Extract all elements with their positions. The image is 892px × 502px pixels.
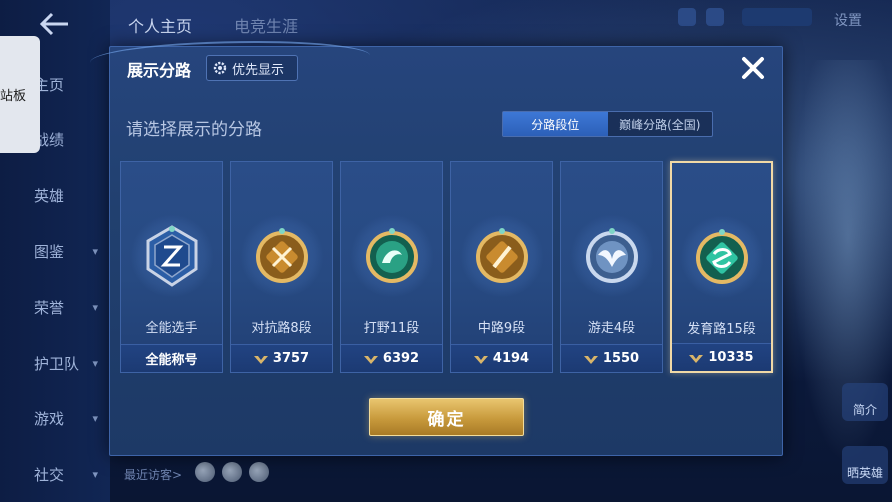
- badge-glow: [569, 214, 654, 298]
- recent-visitors[interactable]: 最近访客>: [124, 466, 182, 483]
- close-button[interactable]: [738, 53, 768, 83]
- wing-icon: [253, 355, 268, 364]
- badge-glow: [679, 215, 764, 299]
- card-name: 游走4段: [587, 321, 636, 336]
- chevron-down-icon: ▾: [92, 411, 98, 425]
- badge-glow: [239, 214, 324, 298]
- allround-badge-icon: [146, 225, 197, 287]
- route-card-allround[interactable]: 全能选手 全能称号: [120, 161, 223, 373]
- card-name: 发育路15段: [687, 322, 756, 337]
- card-name: 打野11段: [363, 321, 420, 336]
- card-footer-value: 全能称号: [145, 353, 198, 368]
- card-name: 中路9段: [477, 321, 526, 336]
- top-tabs: 个人主页 电竞生涯: [128, 13, 298, 37]
- nav-item-hero[interactable]: 英雄: [0, 180, 110, 210]
- bell-icon[interactable]: [678, 8, 696, 26]
- wing-icon: [473, 355, 488, 364]
- nav-item-label: 社交: [34, 465, 65, 484]
- nav-item-label: 英雄: [34, 186, 65, 205]
- right-button-show-hero[interactable]: 晒英雄: [842, 446, 888, 484]
- share-icon[interactable]: [706, 8, 724, 26]
- nav-item-label: 游戏: [34, 409, 65, 428]
- card-footer: 4194: [451, 344, 552, 372]
- card-footer: 10335: [672, 343, 771, 371]
- archer-badge-icon: [695, 229, 748, 284]
- route-card-jungle[interactable]: 打野11段 6392: [340, 161, 443, 373]
- card-footer: 1550: [561, 344, 662, 372]
- dragon-badge-icon: [365, 228, 418, 283]
- card-footer-value: 3757: [272, 351, 310, 366]
- badge-glow: [349, 214, 434, 298]
- wing-icon: [363, 355, 378, 364]
- card-footer: 3757: [231, 344, 332, 372]
- badge-glow: [459, 214, 544, 298]
- card-name: 全能选手: [145, 321, 198, 336]
- nav-item-label: 护卫队: [34, 354, 80, 373]
- route-card-farm[interactable]: 发育路15段 10335: [670, 161, 773, 373]
- route-card-clash[interactable]: 对抗路8段 3757: [230, 161, 333, 373]
- tab-route-rank[interactable]: 分路段位: [503, 112, 608, 136]
- avatar[interactable]: [195, 462, 215, 482]
- segmented-control: 分路段位 巅峰分路(全国): [502, 111, 713, 137]
- staff-badge-icon: [475, 228, 528, 283]
- nav-item-game[interactable]: 游戏 ▾: [0, 403, 110, 433]
- card-name: 对抗路8段: [251, 321, 312, 336]
- modal-title: 展示分路: [127, 61, 192, 80]
- chevron-down-icon: ▾: [92, 467, 98, 481]
- sword-badge-icon: [255, 228, 308, 283]
- card-footer-value: 4194: [492, 351, 530, 366]
- nav-item-gallery[interactable]: 图鉴 ▾: [0, 236, 110, 266]
- profile-chip[interactable]: [742, 8, 812, 26]
- gear-icon: [213, 61, 227, 75]
- tab-esports[interactable]: 电竞生涯: [234, 13, 298, 37]
- close-icon: [742, 57, 764, 79]
- tab-profile[interactable]: 个人主页: [128, 13, 192, 37]
- wing-icon: [689, 354, 704, 363]
- chevron-down-icon: ▾: [92, 300, 98, 314]
- tab-peak-route[interactable]: 巅峰分路(全国): [608, 112, 713, 136]
- modal-subtitle: 请选择展示的分路: [126, 120, 262, 140]
- priority-display-label: 优先显示: [232, 62, 285, 78]
- nav-item-honor[interactable]: 荣誉 ▾: [0, 292, 110, 322]
- settings-label[interactable]: 设置: [834, 10, 862, 30]
- badge-glow: [129, 214, 214, 298]
- right-button-intro[interactable]: 简介: [842, 383, 888, 421]
- card-footer-value: 6392: [382, 351, 420, 366]
- route-card-mid[interactable]: 中路9段 4194: [450, 161, 553, 373]
- hero-artwork: [782, 60, 892, 502]
- card-footer-value: 10335: [708, 350, 754, 365]
- nav-item-label: 荣誉: [34, 298, 65, 317]
- nav-item-guard[interactable]: 护卫队 ▾: [0, 348, 110, 378]
- wing-badge-icon: [585, 228, 638, 283]
- nav-item-label: 图鉴: [34, 242, 65, 261]
- chevron-down-icon: ▾: [92, 356, 98, 370]
- avatar[interactable]: [249, 462, 269, 482]
- route-card-roam[interactable]: 游走4段 1550: [560, 161, 663, 373]
- side-tab-label: 站板: [0, 89, 27, 104]
- top-right-bar: 设置: [662, 0, 892, 40]
- avatar[interactable]: [222, 462, 242, 482]
- confirm-button[interactable]: 确定: [369, 398, 524, 436]
- route-display-modal: 展示分路 优先显示 请选择展示的分路 分路段位 巅峰分路(全国) 全能选手 全能…: [90, 41, 783, 456]
- nav-item-social[interactable]: 社交 ▾: [0, 459, 110, 489]
- card-footer-value: 1550: [602, 351, 640, 366]
- back-arrow-icon[interactable]: [38, 10, 74, 38]
- card-footer: 6392: [341, 344, 442, 372]
- side-tab[interactable]: 站板: [0, 36, 40, 153]
- wing-icon: [583, 355, 598, 364]
- priority-display-button[interactable]: 优先显示: [206, 55, 298, 81]
- card-footer: 全能称号: [121, 344, 222, 372]
- chevron-down-icon: ▾: [92, 244, 98, 258]
